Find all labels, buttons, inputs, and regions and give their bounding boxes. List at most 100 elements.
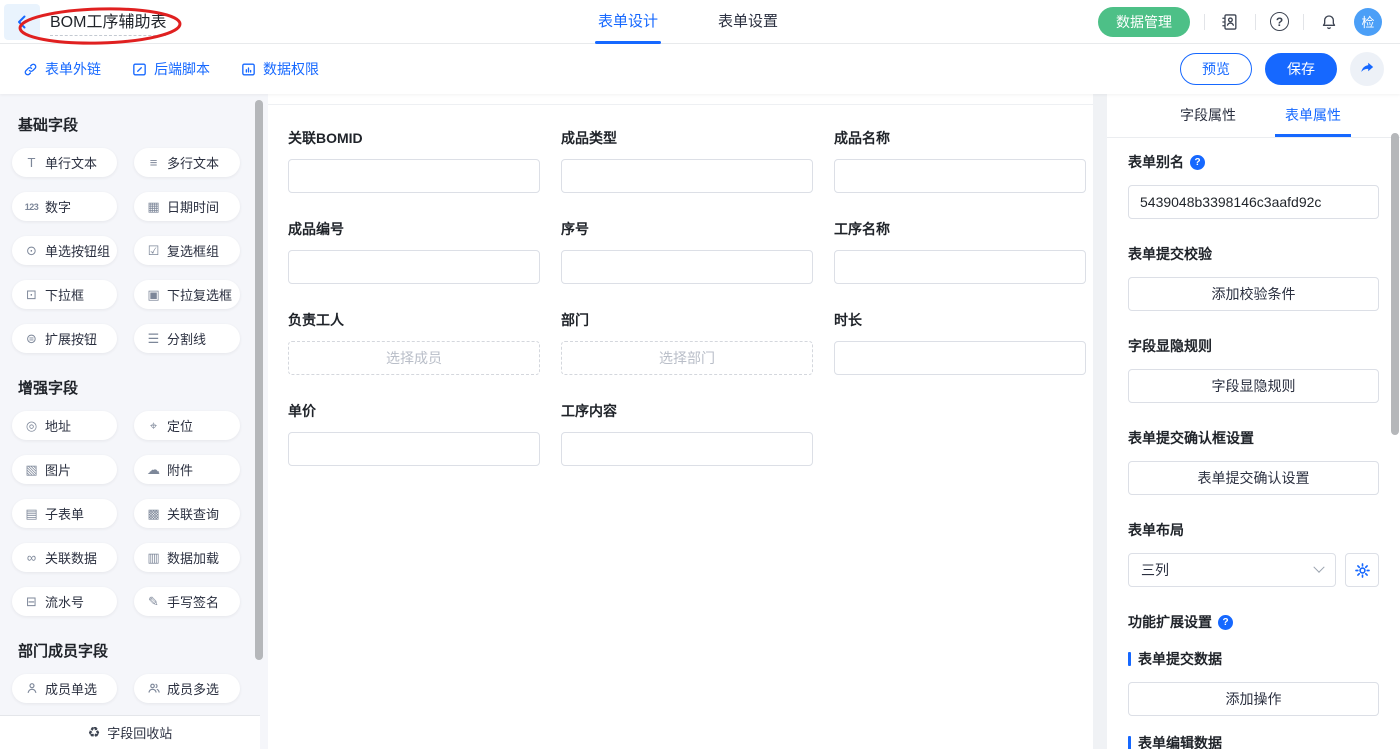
- text-input[interactable]: [834, 250, 1086, 284]
- select-icon: ⊡: [23, 287, 40, 303]
- field-item-subform[interactable]: ▤子表单: [12, 499, 117, 528]
- tab-form-settings[interactable]: 表单设置: [718, 0, 778, 44]
- canvas-field-worker[interactable]: 负责工人 选择成员: [288, 310, 540, 375]
- bell-icon[interactable]: [1318, 11, 1340, 33]
- field-item-multi-line-text[interactable]: ≡多行文本: [134, 148, 240, 177]
- submit-confirm-button[interactable]: 表单提交确认设置: [1128, 461, 1379, 495]
- member-picker[interactable]: 选择成员: [288, 341, 540, 375]
- section-enhanced-fields: 增强字段: [18, 377, 268, 398]
- text-input[interactable]: [834, 159, 1086, 193]
- text-input[interactable]: [834, 341, 1086, 375]
- external-link-label: 表单外链: [45, 59, 101, 79]
- field-item-member-multi[interactable]: 成员多选: [134, 674, 240, 703]
- submit-data-group: 表单提交数据: [1128, 649, 1379, 669]
- save-button[interactable]: 保存: [1265, 53, 1337, 85]
- field-item-extend-button[interactable]: ⊜扩展按钮: [12, 324, 117, 353]
- field-item-multi-select[interactable]: ▣下拉复选框: [134, 280, 240, 309]
- text-input[interactable]: [288, 159, 540, 193]
- field-item-select[interactable]: ⊡下拉框: [12, 280, 117, 309]
- tab-field-properties[interactable]: 字段属性: [1180, 94, 1236, 137]
- canvas-field-duration[interactable]: 时长: [834, 310, 1086, 375]
- canvas-field-unit-price[interactable]: 单价: [288, 401, 540, 466]
- add-validation-button[interactable]: 添加校验条件: [1128, 277, 1379, 311]
- form-title[interactable]: BOM工序辅助表: [50, 8, 166, 36]
- blue-marker: [1128, 736, 1131, 749]
- divider-icon: ☰: [145, 331, 162, 347]
- tab-form-properties[interactable]: 表单属性: [1285, 94, 1341, 137]
- field-visibility-section: 字段显隐规则 字段显隐规则: [1128, 336, 1379, 403]
- canvas-field-product-type[interactable]: 成品类型: [561, 128, 813, 193]
- form-alias-input[interactable]: [1128, 185, 1379, 219]
- field-item-attachment[interactable]: ☁附件: [134, 455, 240, 484]
- text-input[interactable]: [561, 250, 813, 284]
- text-input[interactable]: [561, 159, 813, 193]
- field-item-single-line-text[interactable]: T单行文本: [12, 148, 117, 177]
- preview-button[interactable]: 预览: [1180, 53, 1252, 85]
- field-item-radio-group[interactable]: ⊙单选按钮组: [12, 236, 117, 265]
- visibility-rules-button[interactable]: 字段显隐规则: [1128, 369, 1379, 403]
- canvas-field-process-content[interactable]: 工序内容: [561, 401, 813, 466]
- back-button[interactable]: [4, 4, 40, 40]
- field-item-relation-data[interactable]: ∞关联数据: [12, 543, 117, 572]
- field-item-image[interactable]: ▧图片: [12, 455, 117, 484]
- tab-form-design[interactable]: 表单设计: [598, 0, 658, 44]
- canvas-field-product-code[interactable]: 成品编号: [288, 219, 540, 284]
- share-button[interactable]: [1350, 52, 1384, 86]
- field-item-relation-query[interactable]: ▩关联查询: [134, 499, 240, 528]
- extension-settings-label: 功能扩展设置 ?: [1128, 612, 1379, 632]
- extension-settings-section: 功能扩展设置 ? 表单提交数据 添加操作 表单编辑数据 添加操作: [1128, 612, 1379, 749]
- help-icon[interactable]: ?: [1270, 12, 1289, 31]
- canvas-field-sequence-no[interactable]: 序号: [561, 219, 813, 284]
- canvas-field-product-name[interactable]: 成品名称: [834, 128, 1086, 193]
- layout-settings-button[interactable]: [1345, 553, 1379, 587]
- help-badge-icon[interactable]: ?: [1218, 615, 1233, 630]
- multi-line-text-icon: ≡: [145, 155, 162, 170]
- divider: [1303, 14, 1304, 30]
- canvas-field-process-name[interactable]: 工序名称: [834, 219, 1086, 284]
- blue-marker: [1128, 652, 1131, 666]
- canvas-field-department[interactable]: 部门 选择部门: [561, 310, 813, 375]
- department-picker[interactable]: 选择部门: [561, 341, 813, 375]
- sidebar-scrollbar[interactable]: [255, 100, 263, 660]
- canvas-field-bomid[interactable]: 关联BOMID: [288, 128, 540, 193]
- share-arrow-icon: [1358, 60, 1376, 78]
- subform-icon: ▤: [23, 506, 40, 522]
- field-item-datetime[interactable]: ▦日期时间: [134, 192, 240, 221]
- avatar[interactable]: 检: [1354, 8, 1382, 36]
- field-item-address[interactable]: ◎地址: [12, 411, 117, 440]
- panel-scrollbar[interactable]: [1391, 133, 1399, 435]
- add-submit-action-button[interactable]: 添加操作: [1128, 682, 1379, 716]
- external-link-action[interactable]: 表单外链: [22, 59, 101, 79]
- radio-icon: ⊙: [23, 243, 40, 259]
- field-recycle-bin[interactable]: ♻ 字段回收站: [0, 715, 260, 749]
- field-item-member-single[interactable]: 成员单选: [12, 674, 117, 703]
- field-item-data-load[interactable]: ▥数据加载: [134, 543, 240, 572]
- multi-select-icon: ▣: [145, 287, 162, 303]
- address-book-icon[interactable]: [1219, 11, 1241, 33]
- help-badge-icon[interactable]: ?: [1190, 155, 1205, 170]
- form-canvas[interactable]: 关联BOMID 成品类型 成品名称 成品编号 序号: [268, 94, 1093, 749]
- location-icon: ⌖: [145, 418, 162, 434]
- field-item-serial-number[interactable]: ⊟流水号: [12, 587, 117, 616]
- divider: [1255, 14, 1256, 30]
- text-input[interactable]: [288, 250, 540, 284]
- panel-body: 表单别名 ? 表单提交校验 添加校验条件 字段显隐规则 字段显隐规则 表单提交确…: [1107, 138, 1400, 749]
- field-item-divider[interactable]: ☰分割线: [134, 324, 240, 353]
- recycle-icon: ♻: [88, 724, 101, 741]
- field-item-checkbox-group[interactable]: ☑复选框组: [134, 236, 240, 265]
- permission-icon: [240, 61, 257, 78]
- field-item-number[interactable]: 123数字: [12, 192, 117, 221]
- person-icon: [23, 681, 40, 696]
- text-input[interactable]: [288, 432, 540, 466]
- layout-select[interactable]: 三列: [1128, 553, 1336, 587]
- data-manage-button[interactable]: 数据管理: [1098, 7, 1190, 37]
- header-right: 数据管理 ? 检: [1098, 7, 1400, 37]
- backend-script-action[interactable]: 后端脚本: [131, 59, 210, 79]
- text-input[interactable]: [561, 432, 813, 466]
- data-permission-action[interactable]: 数据权限: [240, 59, 319, 79]
- script-icon: [131, 61, 148, 78]
- section-basic-fields: 基础字段: [18, 114, 268, 135]
- field-item-location[interactable]: ⌖定位: [134, 411, 240, 440]
- field-item-signature[interactable]: ✎手写签名: [134, 587, 240, 616]
- form-layout-section: 表单布局 三列: [1128, 520, 1379, 587]
